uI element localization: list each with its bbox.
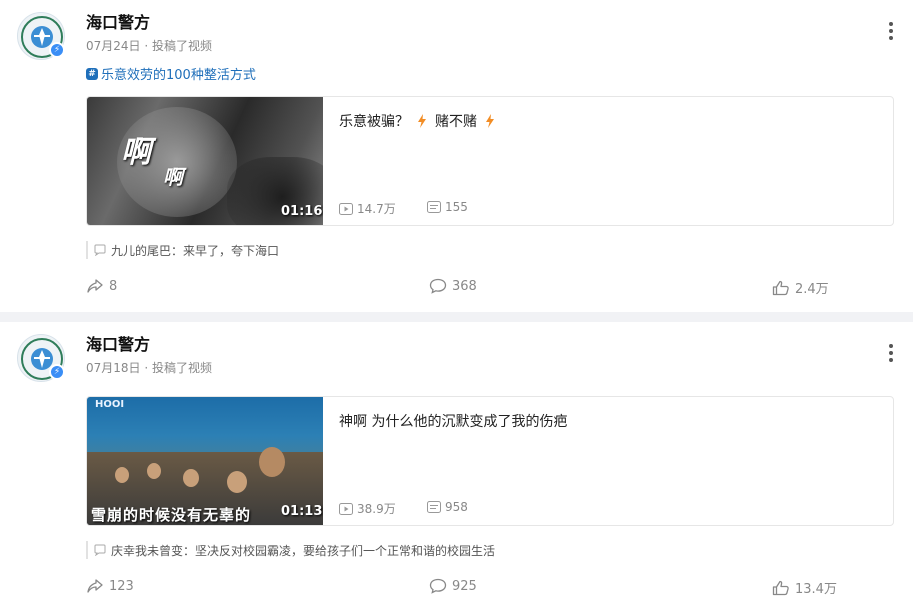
video-thumbnail[interactable]: HOOI 雪崩的时候没有无辜的 01:13 bbox=[87, 397, 323, 525]
post-meta: 07月18日 · 投稿了视频 bbox=[86, 359, 212, 376]
fire-icon bbox=[486, 114, 494, 128]
video-title[interactable]: 乐意被骗？ 赌不赌 bbox=[339, 111, 503, 131]
dynamic-post: ⚡ 海口警方 07月18日 · 投稿了视频 HOOI 雪崩的时候没有无辜的 01… bbox=[0, 322, 913, 611]
post-action: 投稿了视频 bbox=[152, 361, 213, 375]
comment-bubble-icon bbox=[94, 544, 106, 556]
post-meta: 07月24日 · 投稿了视频 bbox=[86, 37, 212, 54]
comment-text: 来早了，夸下海口 bbox=[183, 243, 280, 258]
meta-separator: · bbox=[144, 39, 149, 53]
comment-bubble-icon bbox=[94, 244, 106, 256]
share-count: 8 bbox=[109, 278, 118, 294]
video-duration: 01:13 bbox=[281, 504, 323, 519]
author-name[interactable]: 海口警方 bbox=[86, 9, 150, 33]
thumbnail-sign-text: HOOI bbox=[95, 399, 125, 410]
thumbs-up-icon bbox=[772, 580, 789, 595]
danmaku-icon bbox=[427, 501, 441, 513]
post-action: 投稿了视频 bbox=[152, 39, 213, 53]
author-name[interactable]: 海口警方 bbox=[86, 331, 150, 355]
comment-user[interactable]: 九儿的尾巴： bbox=[111, 242, 183, 259]
play-count-icon bbox=[339, 502, 353, 515]
video-card[interactable]: 啊 啊 01:16 乐意被骗？ 赌不赌 14.7万 155 bbox=[86, 96, 894, 226]
like-button[interactable]: 13.4万 bbox=[772, 578, 837, 597]
verified-badge-icon: ⚡ bbox=[49, 364, 65, 380]
hashtag-icon: # bbox=[86, 67, 98, 80]
comment-text: 坚决反对校园霸凌，要给孩子们一个正常和谐的校园生活 bbox=[195, 543, 496, 558]
meta-separator: · bbox=[144, 361, 149, 375]
featured-comment[interactable]: 庆幸我未曾变： 坚决反对校园霸凌，要给孩子们一个正常和谐的校园生活 bbox=[86, 541, 495, 559]
comment-icon bbox=[429, 278, 447, 294]
thumbnail-caption-large: 啊 bbox=[121, 135, 151, 170]
like-count: 2.4万 bbox=[795, 282, 829, 297]
comment-count: 925 bbox=[452, 578, 477, 594]
dynamic-post: ⚡ 海口警方 07月24日 · 投稿了视频 # 乐意效劳的100种整活方式 啊 … bbox=[0, 0, 913, 312]
thumbnail-caption-small: 啊 bbox=[163, 165, 183, 189]
share-count: 123 bbox=[109, 578, 134, 594]
like-count: 13.4万 bbox=[795, 582, 837, 597]
more-options-icon[interactable] bbox=[884, 22, 898, 42]
view-count: 14.7万 bbox=[339, 200, 396, 217]
danmaku-count: 958 bbox=[427, 500, 468, 514]
danmaku-count: 155 bbox=[427, 200, 468, 214]
share-icon bbox=[87, 279, 103, 293]
video-title-part: 赌不赌 bbox=[435, 114, 477, 130]
video-title[interactable]: 神啊 为什么他的沉默变成了我的伤疤 bbox=[339, 411, 567, 431]
verified-badge-icon: ⚡ bbox=[49, 42, 65, 58]
share-button[interactable]: 123 bbox=[86, 578, 134, 594]
featured-comment[interactable]: 九儿的尾巴： 来早了，夸下海口 bbox=[86, 241, 279, 259]
post-date: 07月24日 bbox=[86, 39, 141, 53]
topic-label: 乐意效劳的100种整活方式 bbox=[101, 68, 256, 83]
topic-tag[interactable]: # 乐意效劳的100种整活方式 bbox=[86, 64, 256, 83]
comment-user[interactable]: 庆幸我未曾变： bbox=[111, 542, 195, 559]
thumbnail-subtitle: 雪崩的时候没有无辜的 bbox=[91, 506, 252, 524]
video-title-part: 乐意被骗？ bbox=[339, 114, 409, 130]
comment-button[interactable]: 368 bbox=[429, 278, 477, 294]
thumbs-up-icon bbox=[772, 280, 789, 295]
video-thumbnail[interactable]: 啊 啊 01:16 bbox=[87, 97, 323, 225]
comment-icon bbox=[429, 578, 447, 594]
like-button[interactable]: 2.4万 bbox=[772, 278, 829, 297]
share-icon bbox=[87, 579, 103, 593]
fire-icon bbox=[418, 114, 426, 128]
play-count-icon bbox=[339, 202, 353, 215]
post-date: 07月18日 bbox=[86, 361, 141, 375]
video-card[interactable]: HOOI 雪崩的时候没有无辜的 01:13 神啊 为什么他的沉默变成了我的伤疤 … bbox=[86, 396, 894, 526]
post-divider bbox=[0, 312, 913, 322]
danmaku-icon bbox=[427, 201, 441, 213]
comment-button[interactable]: 925 bbox=[429, 578, 477, 594]
video-duration: 01:16 bbox=[281, 204, 323, 219]
share-button[interactable]: 8 bbox=[86, 278, 117, 294]
comment-count: 368 bbox=[452, 278, 477, 294]
more-options-icon[interactable] bbox=[884, 344, 898, 364]
view-count: 38.9万 bbox=[339, 500, 396, 517]
